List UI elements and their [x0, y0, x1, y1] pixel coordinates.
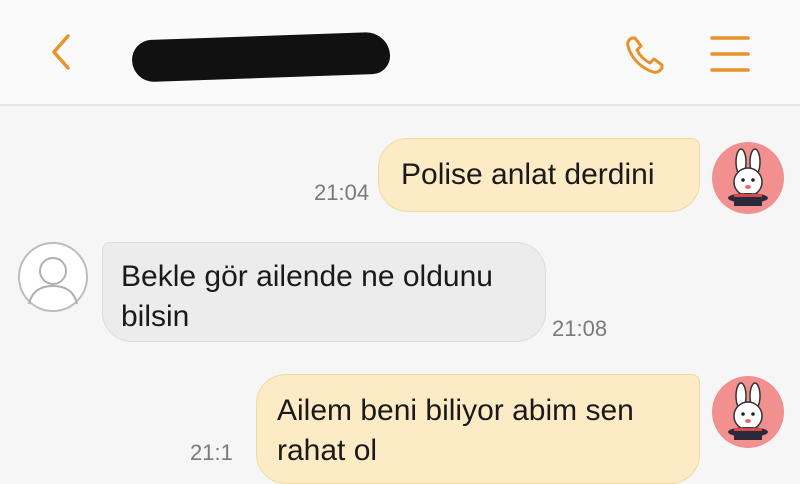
chevron-left-icon — [52, 34, 70, 70]
message-bubble-outgoing[interactable]: Ailem beni biliyor abim sen rahat ol — [256, 374, 700, 484]
user-silhouette-icon — [28, 257, 78, 305]
bunny-avatar-icon — [728, 382, 768, 440]
bunny-avatar[interactable] — [712, 142, 784, 214]
contact-name-redacted — [131, 31, 391, 83]
message-bubble-incoming[interactable]: Bekle gör ailende ne oldunu bilsin — [102, 242, 546, 342]
menu-icon — [710, 36, 750, 72]
phone-icon — [626, 36, 664, 74]
call-button[interactable] — [620, 30, 670, 80]
default-user-avatar[interactable] — [18, 242, 88, 312]
message-bubble-outgoing[interactable]: Polise anlat derdini — [378, 138, 700, 212]
message-time: 21:08 — [552, 316, 608, 341]
message-list[interactable]: 21:04 Polise anlat derdini Bekle gör ail… — [0, 106, 800, 484]
message-text: Ailem beni biliyor abim sen rahat ol — [277, 394, 634, 467]
chat-header — [0, 0, 800, 106]
message-time: 21:04 — [314, 180, 370, 205]
back-button[interactable] — [40, 30, 84, 74]
message-time: 21:1 — [190, 440, 233, 465]
message-text: Polise anlat derdini — [401, 158, 655, 191]
message-text: Bekle gör ailende ne oldunu bilsin — [121, 260, 493, 333]
menu-button[interactable] — [706, 30, 754, 78]
bunny-avatar-icon — [728, 148, 768, 206]
bunny-avatar[interactable] — [712, 376, 784, 448]
